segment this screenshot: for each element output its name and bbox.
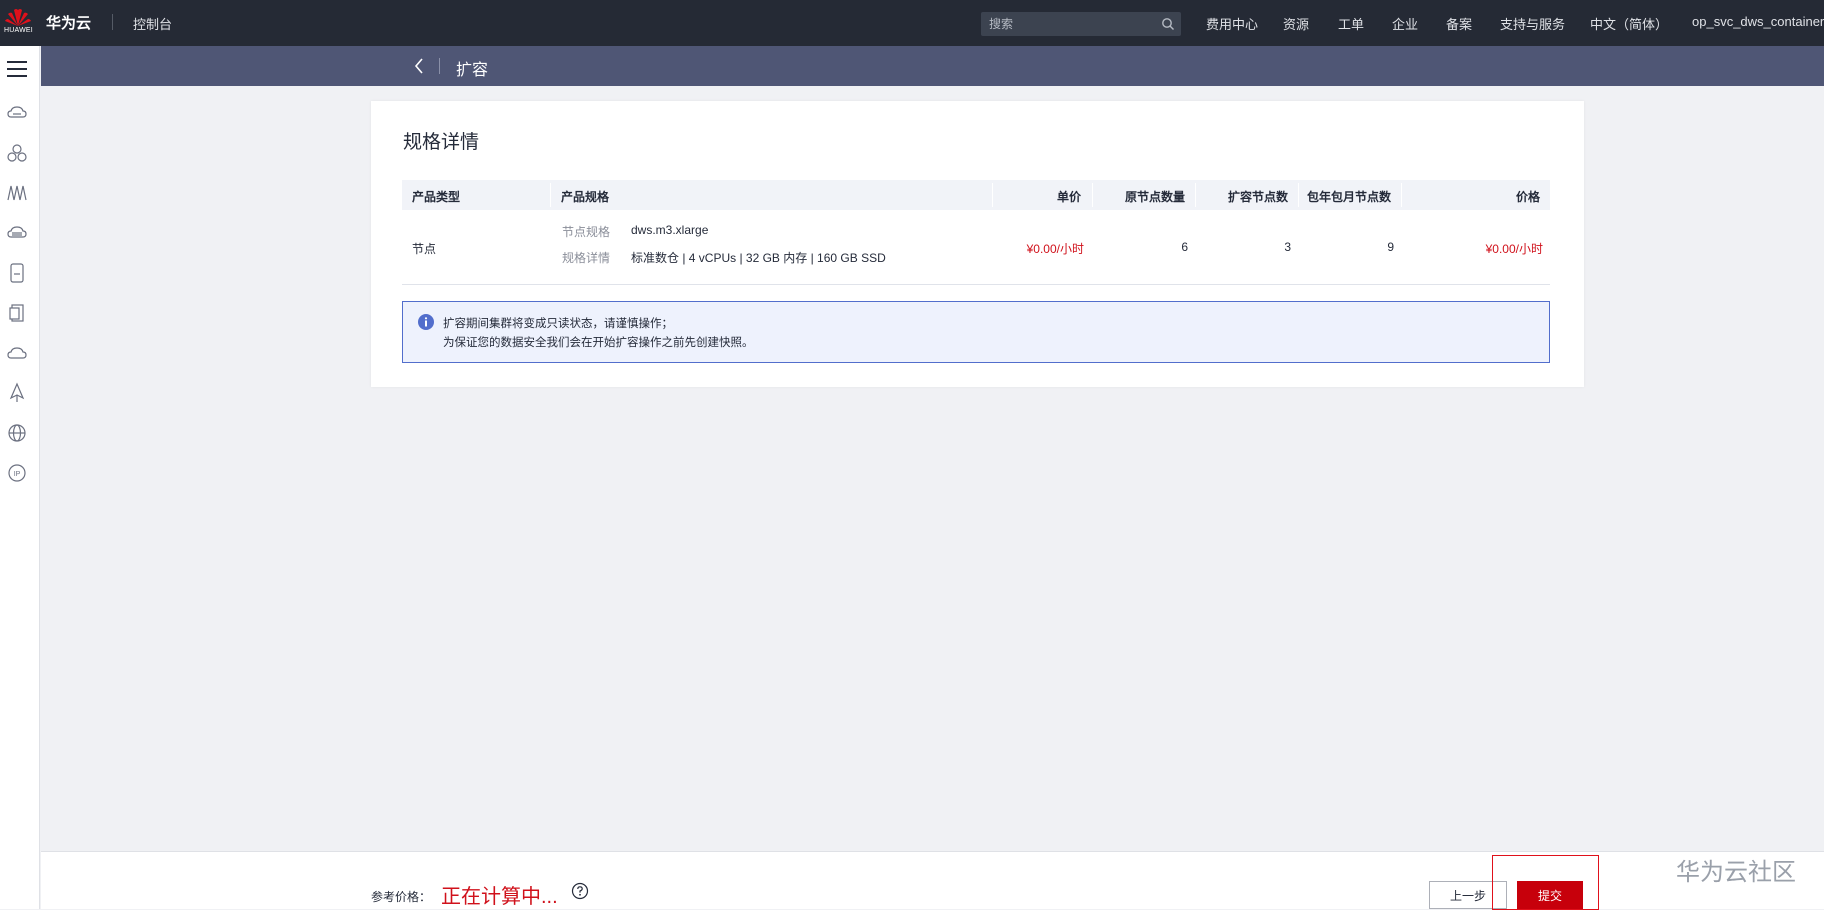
col-divider: [550, 183, 551, 207]
network-icon[interactable]: [6, 182, 28, 204]
col-monthly-nodes: 包年包月节点数: [1306, 190, 1391, 204]
header-divider: [439, 58, 440, 74]
info-notice: 扩容期间集群将变成只读状态，请谨慎操作； 为保证您的数据安全我们会在开始扩容操作…: [402, 301, 1550, 363]
col-divider: [1298, 183, 1299, 207]
menu-icon[interactable]: [6, 60, 28, 78]
ip-icon[interactable]: IP: [6, 462, 28, 484]
cell-price: ¥0.00/小时: [1485, 242, 1543, 256]
search-icon[interactable]: [1161, 17, 1175, 31]
logo-text: HUAWEI: [4, 27, 33, 34]
page-header-bar: 扩容: [41, 46, 1824, 86]
notice-line-1: 扩容期间集群将变成只读状态，请谨慎操作；: [443, 318, 673, 330]
col-unit-price: 单价: [1056, 190, 1081, 204]
spec-value-node-flavor: dws.m3.xlarge: [631, 223, 709, 237]
back-arrow-icon[interactable]: [412, 56, 426, 76]
cloud-db-icon[interactable]: [6, 222, 28, 244]
col-scale-nodes: 扩容节点数: [1227, 190, 1288, 204]
search-input[interactable]: [989, 12, 1149, 36]
col-original-nodes: 原节点数量: [1124, 190, 1185, 204]
cluster-icon[interactable]: [6, 142, 28, 164]
section-title: 规格详情: [403, 132, 480, 153]
svg-text:IP: IP: [14, 471, 21, 478]
row-divider: [402, 284, 1550, 285]
reference-price-value: 正在计算中...: [441, 886, 558, 908]
nav-billing-center[interactable]: 费用中心: [1206, 14, 1258, 33]
nav-support[interactable]: 支持与服务: [1500, 14, 1565, 33]
col-divider: [1195, 183, 1196, 207]
info-icon: [418, 314, 434, 330]
spec-value-details: 标准数仓 | 4 vCPUs | 32 GB 内存 | 160 GB SSD: [631, 251, 886, 265]
service-sidebar: IP: [0, 46, 40, 909]
search-box[interactable]: [981, 12, 1181, 36]
page-title: 扩容: [456, 62, 489, 79]
spec-label-node-flavor: 节点规格: [562, 225, 611, 239]
cloud-icon[interactable]: [6, 342, 28, 364]
community-watermark: 华为云社区: [1676, 859, 1796, 886]
console-link[interactable]: 控制台: [133, 14, 172, 33]
col-price: 价格: [1515, 190, 1540, 204]
col-divider: [1092, 183, 1093, 207]
storage-icon[interactable]: [6, 262, 28, 284]
nav-icp-filing[interactable]: 备案: [1446, 14, 1472, 33]
spec-label-details: 规格详情: [562, 251, 611, 265]
huawei-logo-icon[interactable]: [4, 6, 32, 40]
submit-button[interactable]: 提交: [1517, 881, 1583, 909]
table-header: 产品类型 产品规格 单价 原节点数量 扩容节点数 包年包月节点数 价格: [402, 180, 1550, 210]
col-product-spec: 产品规格: [561, 190, 610, 204]
reference-price-label: 参考价格：: [371, 890, 432, 904]
cell-monthly-nodes: 9: [1387, 240, 1394, 254]
brand-divider: [112, 14, 113, 30]
deploy-icon[interactable]: [6, 382, 28, 404]
nav-language[interactable]: 中文（简体）: [1590, 14, 1668, 33]
nav-resources[interactable]: 资源: [1283, 14, 1309, 33]
spec-details-card: 规格详情 产品类型 产品规格 单价 原节点数量 扩容节点数 包年包月节点数 价格…: [371, 101, 1584, 387]
footer-bar: 参考价格： 正在计算中... 上一步 提交: [41, 851, 1824, 910]
nav-enterprise[interactable]: 企业: [1392, 14, 1418, 33]
brand-name[interactable]: 华为云: [46, 12, 91, 33]
cloud-server-icon[interactable]: [6, 102, 28, 124]
notice-line-2: 为保证您的数据安全我们会在开始扩容操作之前先创建快照。: [443, 337, 754, 349]
col-divider: [992, 183, 993, 207]
cell-scale-nodes: 3: [1284, 240, 1291, 254]
help-icon[interactable]: [571, 882, 589, 900]
cell-product-type: 节点: [412, 242, 437, 256]
col-product-type: 产品类型: [412, 190, 461, 204]
nav-user-account[interactable]: op_svc_dws_container1: [1692, 14, 1824, 29]
nav-tickets[interactable]: 工单: [1338, 14, 1364, 33]
col-divider: [1401, 183, 1402, 207]
globe-icon[interactable]: [6, 422, 28, 444]
top-navbar: HUAWEI 华为云 控制台 费用中心 资源 工单 企业 备案 支持与服务 中文…: [0, 0, 1824, 46]
cell-original-nodes: 6: [1181, 240, 1188, 254]
cell-unit-price: ¥0.00/小时: [1026, 242, 1084, 256]
document-icon[interactable]: [6, 302, 28, 324]
